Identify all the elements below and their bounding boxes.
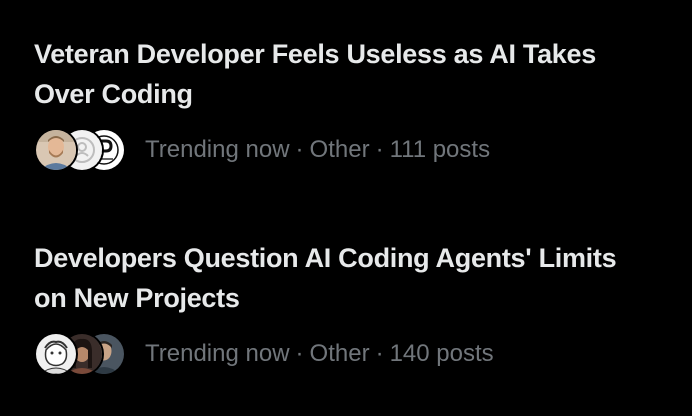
trend-post-count: 111 posts [389, 136, 491, 163]
trend-meta: Trending now · Other · 111 posts [34, 127, 654, 173]
trend-meta-text: Trending now · Other · 140 posts [145, 339, 494, 369]
avatar [34, 128, 78, 172]
trend-category: Other [309, 136, 370, 163]
trend-meta-text: Trending now · Other · 111 posts [145, 135, 490, 165]
trend-headline[interactable]: Veteran Developer Feels Useless as AI Ta… [34, 34, 654, 114]
trend-meta: Trending now · Other · 140 posts [34, 331, 654, 377]
meta-separator: · [375, 136, 384, 163]
trend-status: Trending now [145, 340, 290, 367]
avatar [34, 332, 78, 376]
trend-post-count: 140 posts [389, 340, 494, 367]
person-avatar-icon [36, 130, 76, 170]
trend-headline[interactable]: Developers Question AI Coding Agents' Li… [34, 238, 654, 318]
avatar-stack [34, 331, 134, 377]
trend-item[interactable]: Veteran Developer Feels Useless as AI Ta… [34, 34, 654, 173]
avatar-stack [34, 127, 134, 173]
meta-separator: · [375, 340, 384, 367]
trending-feed: Veteran Developer Feels Useless as AI Ta… [0, 0, 692, 416]
meta-separator: · [295, 340, 304, 367]
trend-category: Other [309, 340, 370, 367]
trend-status: Trending now [145, 136, 290, 163]
meta-separator: · [295, 136, 304, 163]
trend-item[interactable]: Developers Question AI Coding Agents' Li… [34, 238, 654, 377]
sketch-portrait-icon [36, 334, 76, 374]
